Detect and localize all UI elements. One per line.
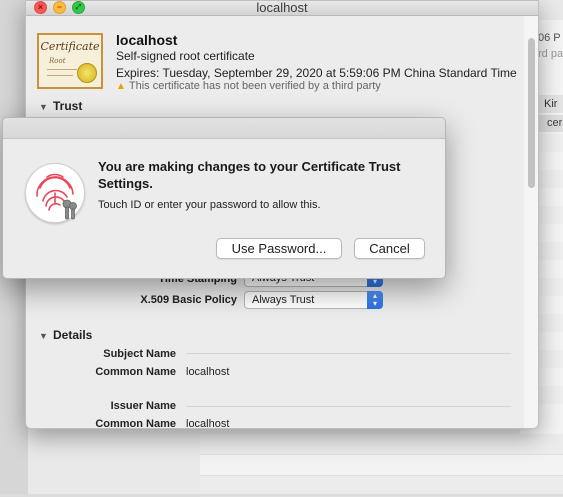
scrollbar-thumb[interactable] (528, 38, 535, 188)
background-partial-text: 06 P (538, 32, 561, 44)
x509-basic-policy-value: Always Trust (252, 294, 315, 306)
certificate-type: Self-signed root certificate (116, 49, 255, 63)
disclosure-triangle-icon: ▼ (39, 102, 48, 112)
x509-basic-policy-label: X.509 Basic Policy (140, 294, 237, 306)
details-section-label: Details (53, 328, 93, 342)
background-row (538, 242, 563, 260)
dialog-titlebar (3, 118, 445, 139)
dialog-heading: You are making changes to your Certifica… (98, 159, 401, 191)
certificate-warning-text: This certificate has not been verified b… (128, 80, 381, 92)
window-titlebar: × − ⤢ localhost (26, 1, 538, 16)
details-section-toggle[interactable]: ▼ Details (39, 328, 92, 342)
issuer-name-heading: Issuer Name (110, 400, 176, 412)
certificate-expiry: Expires: Tuesday, September 29, 2020 at … (116, 66, 517, 80)
issuer-common-name-value: localhost (186, 418, 230, 429)
background-selected-cell[interactable]: cer (537, 115, 563, 132)
trust-section-toggle[interactable]: ▼ Trust (39, 99, 82, 113)
background-bottom-rows (200, 434, 563, 497)
dialog-message: Touch ID or enter your password to allow… (98, 199, 321, 211)
trust-section-label: Trust (53, 99, 83, 113)
subject-common-name-value: localhost (186, 366, 230, 378)
divider (186, 406, 511, 407)
background-row (538, 170, 563, 188)
authorization-dialog: You are making changes to your Certifica… (2, 117, 446, 279)
certificate-icon-subtitle: Root (49, 57, 66, 65)
subject-common-name-label: Common Name (95, 366, 176, 378)
background-row (538, 134, 563, 152)
touch-id-icon (25, 163, 85, 223)
background-column-header[interactable]: Kir (537, 95, 563, 113)
certificate-name: localhost (116, 32, 178, 48)
window-title: localhost (256, 0, 308, 15)
certificate-warning: ▲ This certificate has not been verified … (116, 80, 381, 92)
chevron-updown-icon: ▴▾ (367, 291, 383, 309)
cancel-button[interactable]: Cancel (354, 238, 425, 259)
keys-icon (62, 199, 77, 220)
background-partial-text: rd pa (538, 48, 563, 60)
warning-icon: ▲ (116, 81, 126, 92)
issuer-common-name-label: Common Name (95, 418, 176, 429)
disclosure-triangle-icon: ▼ (39, 331, 48, 341)
background-row (538, 314, 563, 332)
background-row (538, 386, 563, 404)
use-password-button[interactable]: Use Password... (216, 238, 342, 259)
background-row (538, 206, 563, 224)
certificate-icon: Certificate Root (37, 33, 103, 89)
subject-name-heading: Subject Name (103, 348, 176, 360)
background-row (538, 278, 563, 296)
vertical-scrollbar[interactable] (524, 16, 538, 428)
divider (186, 353, 511, 354)
certificate-icon-title: Certificate (40, 40, 100, 53)
seal-icon (77, 63, 97, 83)
x509-basic-policy-popup[interactable]: Always Trust ▴ ▾ (244, 291, 383, 309)
background-row (538, 350, 563, 368)
